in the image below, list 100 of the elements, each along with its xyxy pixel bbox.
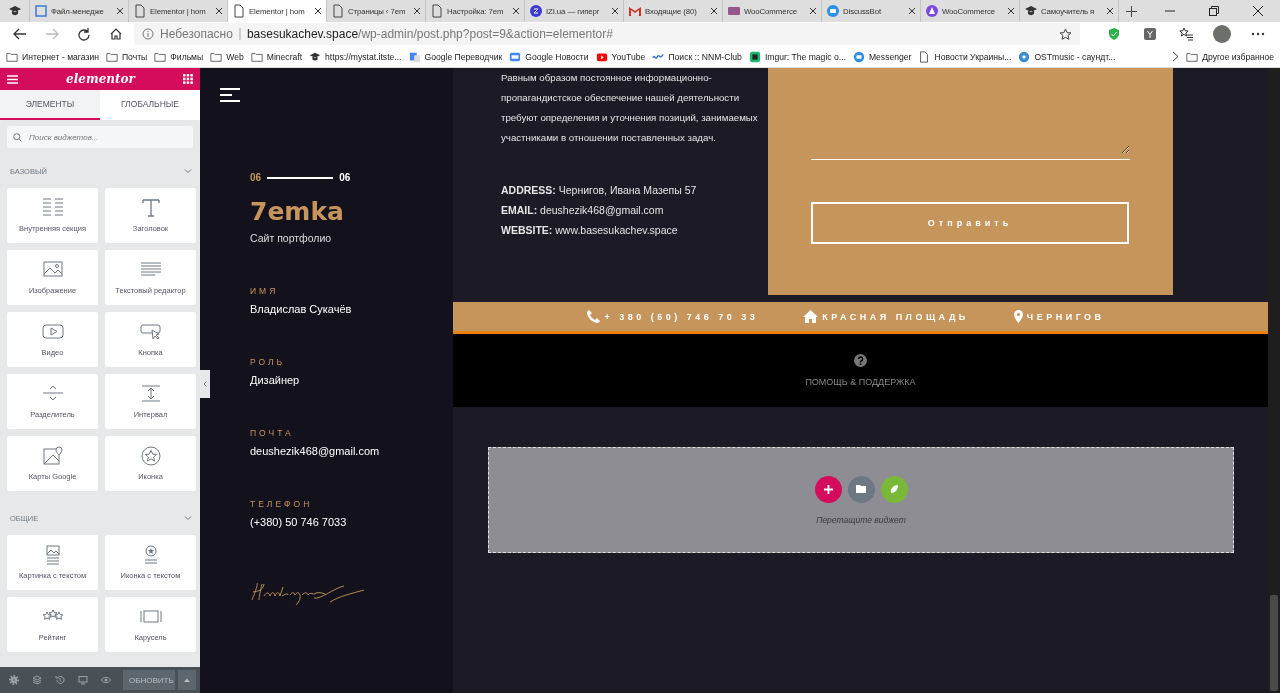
bookmark[interactable]: YouTube bbox=[595, 50, 646, 63]
avatar[interactable] bbox=[1213, 25, 1231, 43]
site-subtitle: Сайт портфолио bbox=[250, 232, 333, 244]
settings-icon[interactable] bbox=[9, 675, 19, 685]
close-icon[interactable] bbox=[116, 7, 124, 15]
url-path: /wp-admin/post.php?post=9&action=elementor# bbox=[358, 27, 613, 41]
close-icon[interactable] bbox=[215, 7, 223, 15]
close-icon[interactable] bbox=[1007, 7, 1015, 15]
heading-icon bbox=[139, 198, 162, 218]
document-icon bbox=[918, 50, 931, 63]
envelope-icon bbox=[628, 4, 642, 18]
template-button[interactable] bbox=[847, 475, 875, 503]
bookmark[interactable]: Minecraft bbox=[250, 50, 303, 63]
eye-icon[interactable] bbox=[101, 675, 111, 685]
info-text: КРАСНАЯ ПЛОЩАДЬ bbox=[822, 311, 969, 322]
slide-counter: 06 bbox=[250, 172, 262, 183]
bookmark[interactable]: Google Новости bbox=[509, 50, 589, 63]
scrollbar[interactable] bbox=[1268, 68, 1280, 693]
panel-tab[interactable]: ГЛОБАЛЬНЫЕ bbox=[100, 90, 200, 120]
history-icon[interactable] bbox=[55, 675, 65, 685]
bookmark[interactable]: Новости Украины... bbox=[918, 50, 1012, 63]
document-icon bbox=[430, 4, 444, 18]
star-circle-icon bbox=[139, 446, 162, 466]
home-icon bbox=[802, 309, 820, 324]
pointer-icon bbox=[139, 322, 162, 342]
folder-icon bbox=[1186, 50, 1199, 63]
close-icon[interactable] bbox=[710, 7, 718, 15]
bookmark[interactable]: Другое избранное bbox=[1186, 50, 1274, 63]
folder-icon bbox=[6, 50, 18, 63]
layers-icon[interactable] bbox=[32, 675, 42, 685]
contact-line: WEBSITE: www.basesukachev.space bbox=[501, 223, 679, 238]
location-pin-icon bbox=[1012, 309, 1024, 324]
close-icon[interactable] bbox=[1253, 6, 1263, 16]
field-value: deushezik468@gmail.com bbox=[250, 445, 381, 457]
field-label: РОЛЬ bbox=[250, 357, 287, 367]
field-label: ТЕЛЕФОН bbox=[250, 499, 314, 509]
image-icon bbox=[41, 260, 64, 280]
url-host: basesukachev.space bbox=[246, 27, 359, 41]
bookmark[interactable]: Фильмы bbox=[154, 50, 204, 63]
search-input[interactable]: Поиск виджетов... bbox=[27, 131, 177, 143]
document-icon bbox=[133, 4, 147, 18]
close-icon[interactable] bbox=[611, 7, 619, 15]
spacer-icon bbox=[139, 384, 162, 404]
bookmark[interactable]: Почты bbox=[105, 50, 148, 63]
back-icon[interactable] bbox=[13, 27, 27, 41]
square-icon bbox=[748, 50, 761, 63]
menu-icon[interactable] bbox=[220, 88, 240, 102]
field-label: ПОЧТА bbox=[250, 428, 295, 438]
bookmark[interactable]: Imgur: The magic o... bbox=[748, 50, 846, 63]
document-icon bbox=[331, 4, 345, 18]
help-icon[interactable] bbox=[854, 354, 867, 367]
folder-icon bbox=[250, 50, 263, 63]
info-icon bbox=[142, 28, 154, 40]
bookmark[interactable]: https://mystat.itste... bbox=[309, 50, 402, 63]
collapse-handle[interactable] bbox=[200, 370, 210, 398]
logo: elementor bbox=[66, 72, 135, 86]
refresh-icon[interactable] bbox=[77, 27, 91, 41]
address-bar[interactable]: Небезопасно basesukachev.space/wp-admin/post.php?post=9&action=elementor# bbox=[134, 23, 1080, 45]
folder-icon bbox=[105, 50, 118, 63]
panel-tab[interactable]: ЭЛЕМЕНТЫ bbox=[0, 90, 100, 120]
field-value: Владислав Сукачёв bbox=[250, 303, 353, 315]
restore-icon[interactable] bbox=[1209, 6, 1219, 16]
help-label: ПОМОЩЬ & ПОДДЕРЖКА bbox=[805, 377, 916, 387]
home-icon[interactable] bbox=[109, 27, 123, 41]
close-icon[interactable] bbox=[413, 7, 421, 15]
shield-icon[interactable] bbox=[1107, 27, 1121, 41]
close-icon[interactable] bbox=[512, 7, 520, 15]
field-value: (+380) 50 746 7033 bbox=[250, 516, 348, 528]
bookmark[interactable]: Поиск :: NNM-Club bbox=[652, 50, 742, 63]
info-text: ЧЕРНИГОВ bbox=[1026, 311, 1105, 322]
scrollbar-thumb[interactable] bbox=[1270, 595, 1278, 691]
close-icon[interactable] bbox=[1106, 7, 1114, 15]
security-label: Небезопасно bbox=[160, 27, 233, 41]
bookmark[interactable]: Интернет - магазин bbox=[6, 50, 99, 63]
plus-icon[interactable] bbox=[1125, 5, 1137, 17]
contact-line: ADDRESS: Чернигов, Ивана Мазепы 57 bbox=[501, 183, 698, 198]
bookmark[interactable]: Messenger bbox=[852, 50, 912, 63]
close-icon[interactable] bbox=[314, 7, 322, 15]
more-icon[interactable] bbox=[1251, 32, 1265, 36]
grid-icon[interactable] bbox=[183, 74, 193, 84]
monitor-icon[interactable] bbox=[78, 675, 88, 685]
close-icon[interactable] bbox=[908, 7, 916, 15]
favorites-icon[interactable] bbox=[1179, 27, 1193, 41]
bookmark[interactable]: Google Переводчик bbox=[408, 50, 503, 63]
options-button[interactable] bbox=[178, 670, 196, 690]
contact-line: EMAIL: deushezik468@gmail.com bbox=[501, 203, 665, 218]
search-field[interactable]: Поиск виджетов... bbox=[7, 126, 193, 148]
folder-icon bbox=[34, 4, 48, 18]
info-text: + 380 (50) 746 70 33 bbox=[604, 311, 759, 322]
star-icon[interactable] bbox=[1059, 27, 1072, 41]
bookmark[interactable]: OSTmusic - саундт... bbox=[1018, 50, 1116, 63]
close-icon[interactable] bbox=[809, 7, 817, 15]
add-section-button[interactable] bbox=[814, 475, 842, 503]
folder-icon bbox=[856, 485, 866, 493]
leaf-icon bbox=[889, 484, 899, 494]
extension-icon[interactable] bbox=[1143, 27, 1157, 41]
bookmark[interactable]: Web bbox=[210, 50, 244, 63]
chevron-right-icon[interactable] bbox=[1172, 51, 1180, 62]
plugin-button[interactable] bbox=[880, 475, 908, 503]
drop-zone[interactable]: Перетащите виджет bbox=[488, 447, 1234, 553]
